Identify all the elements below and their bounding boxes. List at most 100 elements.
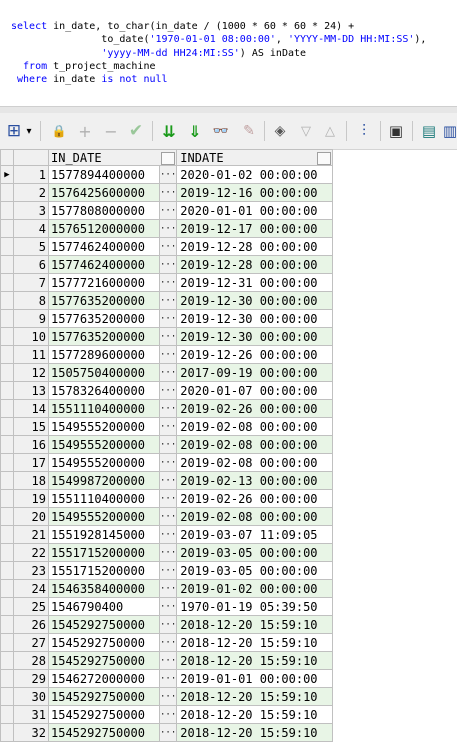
query-by-example-icon[interactable]: ◈ xyxy=(271,122,289,140)
cell-indate[interactable]: 2020-01-01 00:00:00 xyxy=(176,201,334,220)
filter-icon[interactable]: ▽ xyxy=(297,122,315,140)
cell-edit-button[interactable]: ··· xyxy=(158,291,178,310)
row-number[interactable]: 23 xyxy=(13,561,49,580)
cell-edit-button[interactable]: ··· xyxy=(158,597,178,616)
cell-indate[interactable]: 2018-12-20 15:59:10 xyxy=(176,723,334,742)
cell-edit-button[interactable]: ··· xyxy=(158,399,178,418)
table-row[interactable]: 28 1545292750000 ··· 2018-12-20 15:59:10 xyxy=(0,651,334,670)
cell-edit-button[interactable]: ··· xyxy=(158,273,178,292)
table-row[interactable]: 21 1551928145000 ··· 2019-03-07 11:09:05 xyxy=(0,525,334,544)
export-icon[interactable]: ▤ xyxy=(420,122,438,140)
row-number[interactable]: 5 xyxy=(13,237,49,256)
row-number[interactable]: 19 xyxy=(13,489,49,508)
table-row[interactable]: 26 1545292750000 ··· 2018-12-20 15:59:10 xyxy=(0,615,334,634)
row-number[interactable]: 7 xyxy=(13,273,49,292)
row-number[interactable]: 4 xyxy=(13,219,49,238)
table-row[interactable]: 19 1551110400000 ··· 2019-02-26 00:00:00 xyxy=(0,489,334,508)
table-row[interactable]: 17 1549555200000 ··· 2019-02-08 00:00:00 xyxy=(0,453,334,472)
table-row[interactable]: 24 1546358400000 ··· 2019-01-02 00:00:00 xyxy=(0,579,334,598)
table-row[interactable]: 13 1578326400000 ··· 2020-01-07 00:00:00 xyxy=(0,381,334,400)
row-number[interactable]: 11 xyxy=(13,345,49,364)
cell-indate[interactable]: 2019-12-30 00:00:00 xyxy=(176,309,334,328)
cell-edit-button[interactable]: ··· xyxy=(158,417,178,436)
cell-in-date[interactable]: 1551110400000 xyxy=(48,399,160,418)
table-row[interactable]: 23 1551715200000 ··· 2019-03-05 00:00:00 xyxy=(0,561,334,580)
cell-edit-button[interactable]: ··· xyxy=(158,723,178,742)
row-number[interactable]: 18 xyxy=(13,471,49,490)
row-number[interactable]: 17 xyxy=(13,453,49,472)
cell-in-date[interactable]: 1577462400000 xyxy=(48,255,160,274)
table-row[interactable]: 7 1577721600000 ··· 2019-12-31 00:00:00 xyxy=(0,273,334,292)
cell-in-date[interactable]: 1546358400000 xyxy=(48,579,160,598)
cell-in-date[interactable]: 1549555200000 xyxy=(48,453,160,472)
row-number[interactable]: 28 xyxy=(13,651,49,670)
cell-edit-button[interactable]: ··· xyxy=(158,183,178,202)
cell-indate[interactable]: 2019-03-05 00:00:00 xyxy=(176,543,334,562)
row-number[interactable]: 13 xyxy=(13,381,49,400)
row-number[interactable]: 30 xyxy=(13,687,49,706)
cell-indate[interactable]: 2018-12-20 15:59:10 xyxy=(176,687,334,706)
lock-icon[interactable]: 🔒 xyxy=(50,122,68,140)
cell-indate[interactable]: 2018-12-20 15:59:10 xyxy=(176,705,334,724)
cell-edit-button[interactable]: ··· xyxy=(158,345,178,364)
grid-select-icon[interactable]: ⊞ xyxy=(5,121,23,141)
table-row[interactable]: 10 1577635200000 ··· 2019-12-30 00:00:00 xyxy=(0,327,334,346)
row-number[interactable]: 29 xyxy=(13,669,49,688)
table-row[interactable]: 2 1576425600000 ··· 2019-12-16 00:00:00 xyxy=(0,183,334,202)
table-row[interactable]: 8 1577635200000 ··· 2019-12-30 00:00:00 xyxy=(0,291,334,310)
table-row[interactable]: 14 1551110400000 ··· 2019-02-26 00:00:00 xyxy=(0,399,334,418)
table-row[interactable]: 29 1546272000000 ··· 2019-01-01 00:00:00 xyxy=(0,669,334,688)
row-number[interactable]: 12 xyxy=(13,363,49,382)
cell-edit-button[interactable]: ··· xyxy=(158,453,178,472)
row-number[interactable]: 32 xyxy=(13,723,49,742)
cell-edit-button[interactable]: ··· xyxy=(158,525,178,544)
cell-indate[interactable]: 2019-12-26 00:00:00 xyxy=(176,345,334,364)
cell-indate[interactable]: 2019-03-07 11:09:05 xyxy=(176,525,334,544)
row-number[interactable]: 21 xyxy=(13,525,49,544)
cell-indate[interactable]: 2018-12-20 15:59:10 xyxy=(176,633,334,652)
table-row[interactable]: 32 1545292750000 ··· 2018-12-20 15:59:10 xyxy=(0,723,334,742)
result-grid[interactable]: IN_DATE INDATE ▶ 1 1577894400000 ··· 2020-01… xyxy=(0,149,334,742)
cell-edit-button[interactable]: ··· xyxy=(158,615,178,634)
row-number[interactable]: 3 xyxy=(13,201,49,220)
cell-in-date[interactable]: 1577289600000 xyxy=(48,345,160,364)
row-number[interactable]: 24 xyxy=(13,579,49,598)
cell-in-date[interactable]: 1577721600000 xyxy=(48,273,160,292)
cell-indate[interactable]: 2019-12-30 00:00:00 xyxy=(176,291,334,310)
cell-indate[interactable]: 2017-09-19 00:00:00 xyxy=(176,363,334,382)
cell-in-date[interactable]: 1577635200000 xyxy=(48,309,160,328)
table-row[interactable]: 4 1576512000000 ··· 2019-12-17 00:00:00 xyxy=(0,219,334,238)
cell-indate[interactable]: 2019-02-26 00:00:00 xyxy=(176,399,334,418)
cell-in-date[interactable]: 1545292750000 xyxy=(48,633,160,652)
cell-indate[interactable]: 2019-02-13 00:00:00 xyxy=(176,471,334,490)
table-row[interactable]: 20 1549555200000 ··· 2019-02-08 00:00:00 xyxy=(0,507,334,526)
cell-indate[interactable]: 2019-12-30 00:00:00 xyxy=(176,327,334,346)
cell-indate[interactable]: 2018-12-20 15:59:10 xyxy=(176,651,334,670)
post-edit-icon[interactable]: ✔ xyxy=(127,121,145,141)
cell-edit-button[interactable]: ··· xyxy=(158,651,178,670)
table-row[interactable]: 22 1551715200000 ··· 2019-03-05 00:00:00 xyxy=(0,543,334,562)
add-record-icon[interactable]: + xyxy=(76,122,94,141)
cell-indate[interactable]: 2020-01-07 00:00:00 xyxy=(176,381,334,400)
cell-in-date[interactable]: 1505750400000 xyxy=(48,363,160,382)
cell-edit-button[interactable]: ··· xyxy=(158,165,178,184)
cell-indate[interactable]: 2019-02-26 00:00:00 xyxy=(176,489,334,508)
table-row[interactable]: 18 1549987200000 ··· 2019-02-13 00:00:00 xyxy=(0,471,334,490)
cell-in-date[interactable]: 1577635200000 xyxy=(48,327,160,346)
cell-in-date[interactable]: 1545292750000 xyxy=(48,615,160,634)
cell-in-date[interactable]: 1577462400000 xyxy=(48,237,160,256)
cell-in-date[interactable]: 1545292750000 xyxy=(48,723,160,742)
cell-indate[interactable]: 2019-03-05 00:00:00 xyxy=(176,561,334,580)
delete-record-icon[interactable]: − xyxy=(102,122,120,141)
cell-in-date[interactable]: 1545292750000 xyxy=(48,705,160,724)
cell-in-date[interactable]: 1551928145000 xyxy=(48,525,160,544)
cell-in-date[interactable]: 1549555200000 xyxy=(48,435,160,454)
table-row[interactable]: 5 1577462400000 ··· 2019-12-28 00:00:00 xyxy=(0,237,334,256)
cell-in-date[interactable]: 1578326400000 xyxy=(48,381,160,400)
cell-edit-button[interactable]: ··· xyxy=(158,309,178,328)
cell-indate[interactable]: 2018-12-20 15:59:10 xyxy=(176,615,334,634)
column-header-indate[interactable]: INDATE xyxy=(176,149,334,166)
cell-edit-button[interactable]: ··· xyxy=(158,669,178,688)
cell-edit-button[interactable]: ··· xyxy=(158,489,178,508)
save-icon[interactable]: ▣ xyxy=(387,122,405,140)
